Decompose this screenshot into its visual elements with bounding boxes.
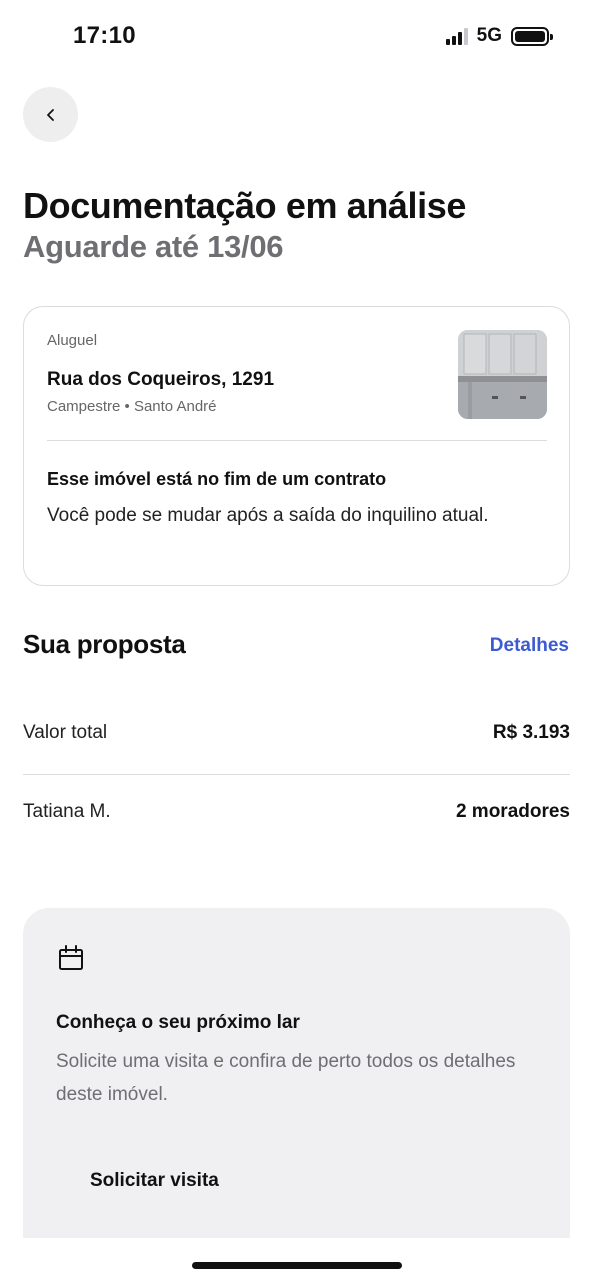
visit-title: Conheça o seu próximo lar <box>56 1012 300 1033</box>
signal-icon <box>445 27 468 45</box>
notice-text: Você pode se mudar após a saída do inqui… <box>47 505 489 526</box>
status-time: 17:10 <box>73 22 136 49</box>
page-subtitle: Aguarde até 13/06 <box>23 229 284 264</box>
network-type: 5G <box>476 25 502 46</box>
request-visit-button[interactable]: Solicitar visita <box>90 1170 219 1192</box>
visit-text: Solicite uma visita e confira de perto t… <box>56 1051 516 1105</box>
row-label: Valor total <box>23 722 108 743</box>
calendar-icon <box>59 945 83 970</box>
proposal-title: Sua proposta <box>23 629 186 659</box>
property-address: Rua dos Coqueiros, 1291 <box>47 369 275 390</box>
row-divider <box>23 774 570 775</box>
property-area: Campestre • Santo André <box>47 398 217 415</box>
property-type: Aluguel <box>47 332 98 349</box>
visit-card: Conheça o seu próximo lar Solicite uma v… <box>23 908 570 1238</box>
proposal-row-tenant: Tatiana M. 2 moradores <box>23 801 570 823</box>
row-value: R$ 3.193 <box>492 722 570 743</box>
property-card[interactable]: Aluguel Rua dos Coqueiros, 1291 Campestr… <box>23 306 570 586</box>
battery-icon <box>511 26 553 46</box>
page-title: Documentação em análise <box>23 185 466 226</box>
proposal-row-total: Valor total R$ 3.193 <box>23 722 570 744</box>
notice-title: Esse imóvel está no fim de um contrato <box>47 469 387 489</box>
card-divider <box>47 440 547 441</box>
row-value: 2 moradores <box>455 801 570 822</box>
status-indicators: 5G <box>445 25 553 47</box>
chevron-left-icon <box>46 108 54 121</box>
row-label: Tatiana M. <box>23 801 111 822</box>
status-bar: 17:10 5G <box>0 0 593 72</box>
details-link[interactable]: Detalhes <box>490 635 569 657</box>
back-button[interactable] <box>23 87 78 142</box>
property-photo <box>458 330 547 419</box>
home-indicator[interactable] <box>192 1262 402 1269</box>
